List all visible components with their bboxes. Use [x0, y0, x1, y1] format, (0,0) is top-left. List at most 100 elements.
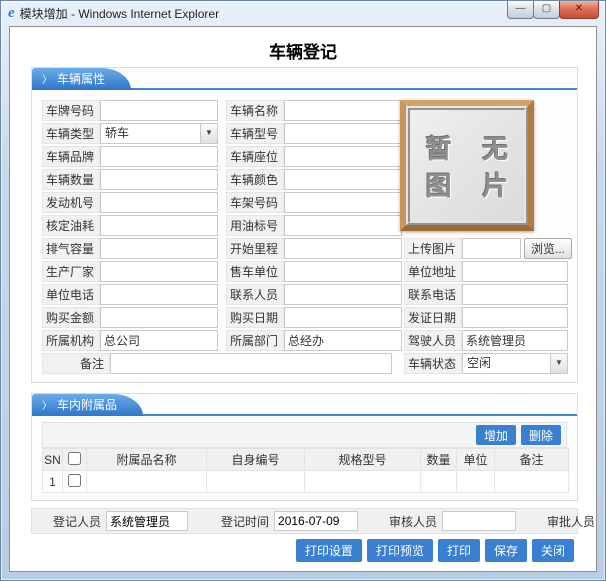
- page-title: 车辆登记: [10, 38, 596, 63]
- contact-phone-label: 联系电话: [404, 284, 462, 305]
- print-preview-button[interactable]: 打印预览: [367, 539, 433, 562]
- vehicle-type-select[interactable]: 轿车 ▼: [100, 123, 218, 144]
- close-button[interactable]: ✕: [559, 1, 599, 19]
- engine-number-label: 发动机号: [42, 192, 100, 213]
- owning-department-label: 所属部门: [226, 330, 284, 351]
- purchase-amount-input[interactable]: [100, 307, 218, 328]
- owning-organization-input[interactable]: [100, 330, 218, 351]
- print-button[interactable]: 打印: [438, 539, 480, 562]
- upload-image-label: 上传图片: [404, 238, 462, 259]
- field-vehicle-color: 车辆颜色: [226, 169, 402, 190]
- save-button[interactable]: 保存: [485, 539, 527, 562]
- vehicle-brand-label: 车辆品牌: [42, 146, 100, 167]
- seller-unit-input[interactable]: [284, 261, 402, 282]
- exhaust-capacity-input[interactable]: [100, 238, 218, 259]
- reviewer-input[interactable]: [442, 511, 516, 531]
- row-unit: [457, 471, 495, 493]
- vehicle-color-input[interactable]: [284, 169, 402, 190]
- accessories-tab: 〉车内附属品: [32, 394, 143, 416]
- row-checkbox[interactable]: [68, 474, 81, 487]
- company-phone-input[interactable]: [100, 284, 218, 305]
- vehicle-photo-placeholder: 暂 无 图 片: [400, 100, 534, 231]
- vehicle-seats-label: 车辆座位: [226, 146, 284, 167]
- form-column-3: 上传图片 浏览... 单位地址 联系电话 发证日期 驾驶人员: [404, 238, 568, 376]
- print-settings-button[interactable]: 打印设置: [296, 539, 362, 562]
- field-vehicle-seats: 车辆座位: [226, 146, 402, 167]
- field-engine-number: 发动机号: [42, 192, 218, 213]
- purchase-date-input[interactable]: [284, 307, 402, 328]
- approver-label: 审批人员: [542, 513, 597, 530]
- fuel-grade-input[interactable]: [284, 215, 402, 236]
- driver-input[interactable]: [462, 330, 568, 351]
- owning-organization-label: 所属机构: [42, 330, 100, 351]
- accessories-header: 〉车内附属品: [32, 394, 577, 416]
- vehicle-status-value: 空闲: [463, 354, 550, 373]
- frame-number-label: 车架号码: [226, 192, 284, 213]
- browse-button[interactable]: 浏览...: [524, 238, 572, 259]
- driver-label: 驾驶人员: [404, 330, 462, 351]
- add-button[interactable]: 增加: [476, 425, 516, 445]
- chevron-down-icon[interactable]: ▼: [200, 124, 217, 143]
- owning-department-input[interactable]: [284, 330, 402, 351]
- unit-address-input[interactable]: [462, 261, 568, 282]
- form-column-1: 车牌号码 车辆类型 轿车 ▼ 车辆品牌 车辆数量: [42, 100, 218, 353]
- vehicle-attributes-header: 〉车辆属性: [32, 68, 577, 90]
- upload-image-input[interactable]: [462, 238, 521, 259]
- start-mileage-input[interactable]: [284, 238, 402, 259]
- minimize-button[interactable]: —: [507, 1, 534, 19]
- field-vehicle-status: 车辆状态 空闲 ▼: [404, 353, 568, 374]
- contact-phone-input[interactable]: [462, 284, 568, 305]
- table-header-row: SN 附属品名称 自身编号 规格型号 数量 单位 备注: [43, 449, 569, 471]
- frame-number-input[interactable]: [284, 192, 402, 213]
- seller-unit-label: 售车单位: [226, 261, 284, 282]
- contact-person-label: 联系人员: [226, 284, 284, 305]
- field-issue-date: 发证日期: [404, 307, 568, 328]
- contact-person-input[interactable]: [284, 284, 402, 305]
- issue-date-input[interactable]: [462, 307, 568, 328]
- chevron-right-icon: 〉: [42, 75, 52, 86]
- vehicle-attributes-title: 车辆属性: [57, 72, 105, 86]
- row-quantity: [421, 471, 457, 493]
- field-reviewer: 审核人员: [384, 511, 516, 531]
- accessories-panel: 〉车内附属品 增加 删除 SN 附属品名称 自身编号 规格型号 数量 单位 备注: [31, 393, 578, 501]
- vehicle-seats-input[interactable]: [284, 146, 402, 167]
- field-vehicle-type: 车辆类型 轿车 ▼: [42, 123, 218, 144]
- field-seller-unit: 售车单位: [226, 261, 402, 282]
- maximize-button[interactable]: ▢: [533, 1, 560, 19]
- select-all-checkbox[interactable]: [68, 452, 81, 465]
- field-fuel-consumption: 核定油耗: [42, 215, 218, 236]
- vehicle-status-label: 车辆状态: [404, 353, 462, 374]
- vehicle-color-label: 车辆颜色: [226, 169, 284, 190]
- field-approver: 审批人员: [542, 511, 597, 531]
- row-sn: 1: [43, 471, 63, 493]
- chevron-down-icon[interactable]: ▼: [550, 354, 567, 373]
- row-select-cell: [63, 471, 87, 493]
- purchase-amount-label: 购买金额: [42, 307, 100, 328]
- registrar-input[interactable]: [106, 511, 188, 531]
- reviewer-label: 审核人员: [384, 513, 442, 530]
- plate-number-input[interactable]: [100, 100, 218, 121]
- remark-input[interactable]: [110, 353, 392, 374]
- vehicle-quantity-input[interactable]: [100, 169, 218, 190]
- no-picture-text-line1: 暂 无: [414, 129, 521, 166]
- delete-button[interactable]: 删除: [521, 425, 561, 445]
- field-unit-address: 单位地址: [404, 261, 568, 282]
- vehicle-name-label: 车辆名称: [226, 100, 284, 121]
- vehicle-brand-input[interactable]: [100, 146, 218, 167]
- field-owning-department: 所属部门: [226, 330, 402, 351]
- field-fuel-grade: 用油标号: [226, 215, 402, 236]
- fuel-consumption-input[interactable]: [100, 215, 218, 236]
- window-title: 模块增加 - Windows Internet Explorer: [20, 5, 219, 22]
- chevron-right-icon: 〉: [42, 401, 52, 412]
- row-remark: [495, 471, 569, 493]
- manufacturer-input[interactable]: [100, 261, 218, 282]
- accessories-title: 车内附属品: [57, 398, 117, 412]
- vehicle-model-input[interactable]: [284, 123, 402, 144]
- vehicle-name-input[interactable]: [284, 100, 402, 121]
- registration-time-input[interactable]: [274, 511, 358, 531]
- close-form-button[interactable]: 关闭: [532, 539, 574, 562]
- engine-number-input[interactable]: [100, 192, 218, 213]
- no-picture-text-line2: 图 片: [414, 166, 521, 203]
- field-plate-number: 车牌号码: [42, 100, 218, 121]
- vehicle-status-select[interactable]: 空闲 ▼: [462, 353, 568, 374]
